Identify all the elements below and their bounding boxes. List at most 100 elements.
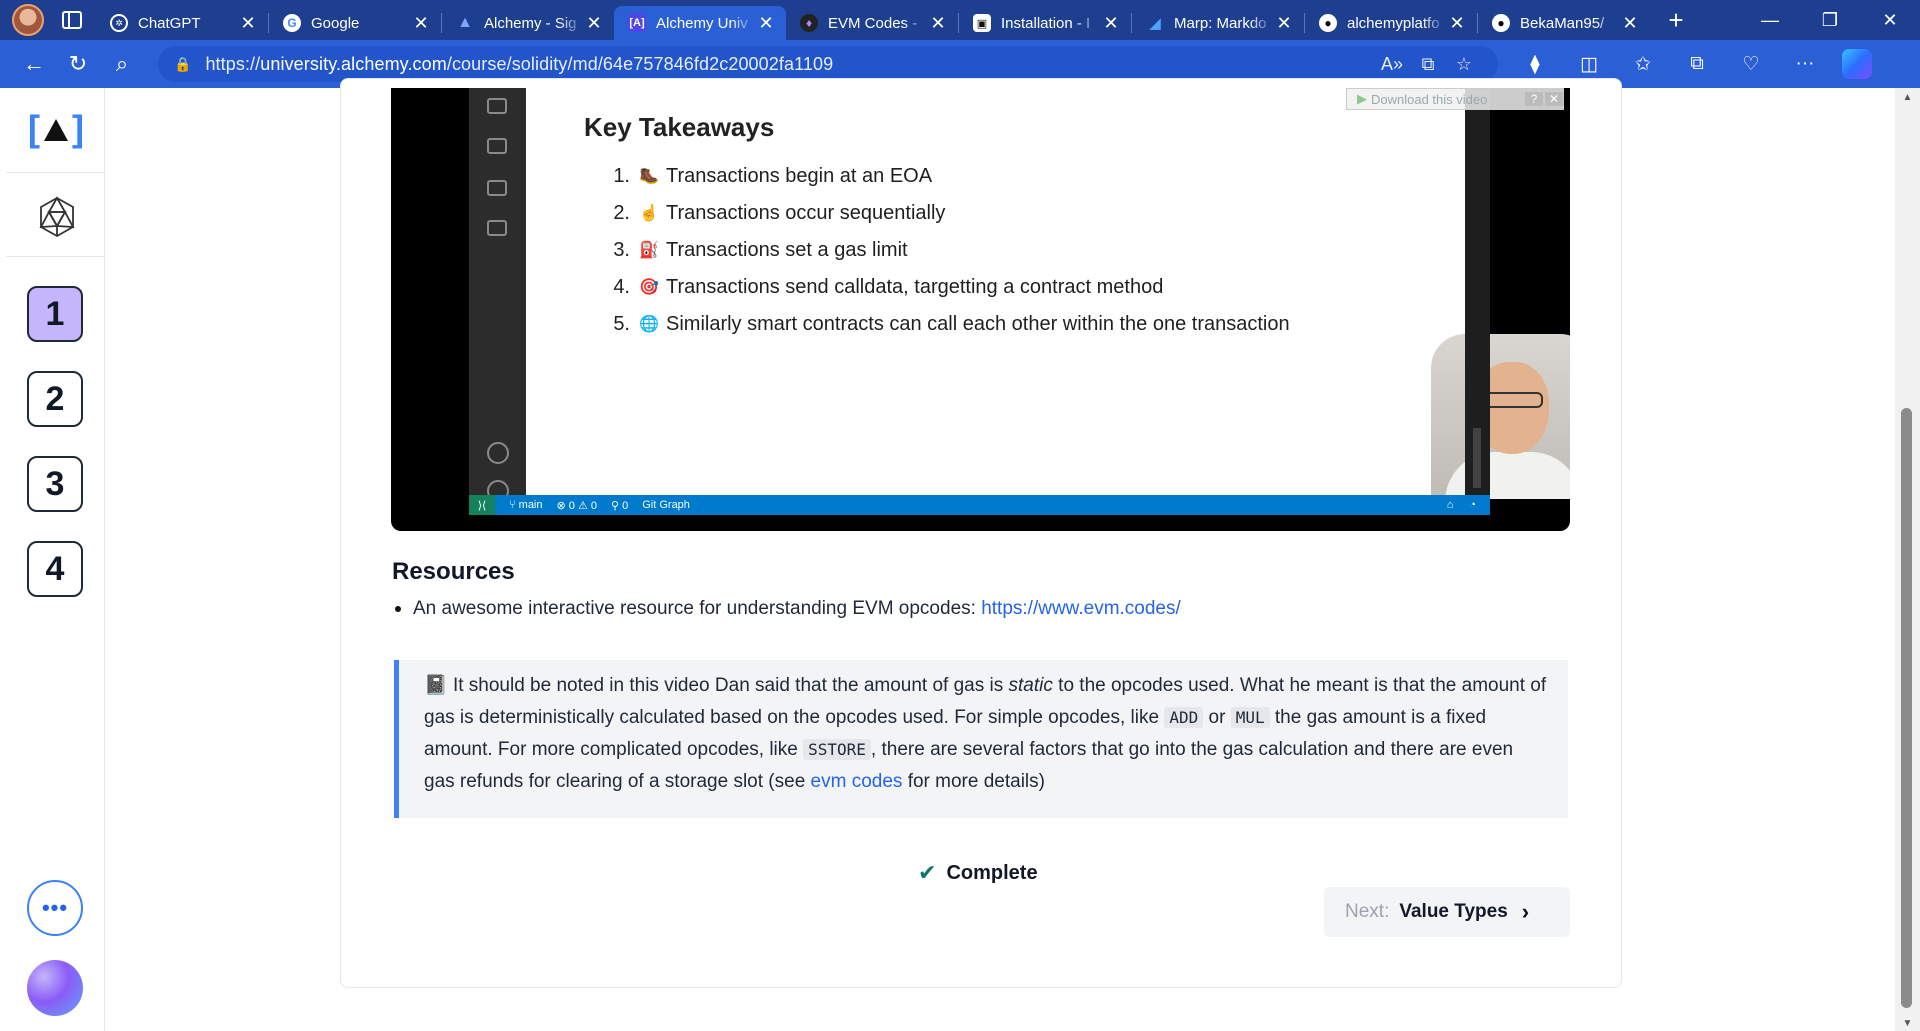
resources-heading: Resources xyxy=(392,558,515,585)
close-icon[interactable]: ✕ xyxy=(1274,13,1294,34)
scroll-up-icon[interactable]: ▲ xyxy=(1895,92,1920,103)
new-tab-button[interactable]: + xyxy=(1658,2,1694,38)
slide-title: Key Takeaways xyxy=(584,112,775,142)
tab-title: Google xyxy=(311,14,360,32)
app-available-icon[interactable]: ⧉ xyxy=(1410,54,1446,75)
help-icon[interactable]: ? xyxy=(1525,92,1543,106)
split-screen-icon[interactable]: ◫ xyxy=(1562,53,1616,76)
read-aloud-icon[interactable]: A» xyxy=(1374,54,1410,75)
download-video-button[interactable]: ▶ Download this video ? ✕ xyxy=(1346,88,1564,110)
tab-title: Marp: Markdo xyxy=(1174,14,1267,32)
copilot-status-icon: ⌂ xyxy=(1446,499,1454,511)
checkmark-icon: ✔ xyxy=(918,860,937,885)
play-icon: ▶ xyxy=(1357,91,1367,106)
favorite-star-icon[interactable]: ☆ xyxy=(1446,54,1482,75)
tab-marp[interactable]: ◢ Marp: Markdo ✕ xyxy=(1132,6,1304,40)
close-icon[interactable]: ✕ xyxy=(1101,13,1121,34)
user-avatar[interactable] xyxy=(27,960,83,1016)
close-icon[interactable]: ✕ xyxy=(584,13,604,34)
takeaway-item: 1. 🥾 Transactions begin at an EOA xyxy=(604,158,1290,195)
back-arrow-icon[interactable]: ← xyxy=(12,44,56,84)
resources-list-item: An awesome interactive resource for unde… xyxy=(392,598,1181,620)
lesson-1-button[interactable]: 1 xyxy=(27,286,83,342)
lesson-4-button[interactable]: 4 xyxy=(27,541,83,597)
next-lesson-title: Value Types xyxy=(1399,901,1508,922)
next-label: Next: xyxy=(1345,901,1390,922)
presenter-webcam xyxy=(1431,334,1570,499)
course-sidebar: [ ] 1 2 3 4 ••• xyxy=(6,88,105,1031)
github-icon: ● xyxy=(1319,14,1337,32)
address-bar[interactable]: 🔒 https://university.alchemy.com/course/… xyxy=(158,46,1498,82)
profile-avatar[interactable] xyxy=(12,4,44,36)
close-icon[interactable]: ✕ xyxy=(238,13,258,34)
chevron-right-icon: › xyxy=(1521,899,1530,924)
url-text[interactable]: https://university.alchemy.com/course/so… xyxy=(205,54,1374,75)
next-lesson-button[interactable]: Next: Value Types › xyxy=(1324,887,1570,937)
tab-github-bekaman95[interactable]: ● BekaMan95/ ✕ xyxy=(1478,6,1650,40)
problems-count: ⊗ 0 ⚠ 0 xyxy=(556,499,597,512)
copilot-icon[interactable] xyxy=(1842,49,1872,79)
tab-list: ✲ ChatGPT ✕ G Google ✕ ▲ Alchemy - Sig ✕… xyxy=(96,0,1650,40)
code-mul: MUL xyxy=(1230,707,1270,728)
git-graph-label: Git Graph xyxy=(642,499,690,511)
scroll-down-icon[interactable]: ▼ xyxy=(1895,1018,1920,1029)
browser-essentials-icon[interactable]: ♡ xyxy=(1724,53,1778,76)
evm-codes-inline-link[interactable]: evm codes xyxy=(811,771,903,792)
refresh-icon[interactable]: ↻ xyxy=(56,44,100,84)
close-icon[interactable]: ✕ xyxy=(411,13,431,34)
lesson-video[interactable]: Key Takeaways 1. 🥾 Transactions begin at a… xyxy=(391,88,1570,531)
tab-alchemy-university[interactable]: [A] Alchemy Univ ✕ xyxy=(614,6,786,40)
settings-menu-icon[interactable]: ··· xyxy=(1778,53,1832,76)
minimize-icon[interactable]: — xyxy=(1740,0,1800,40)
logo-bracket-open: [ xyxy=(28,108,40,149)
google-icon: G xyxy=(283,14,301,32)
takeaways-list: 1. 🥾 Transactions begin at an EOA 2. ☝️ Tran… xyxy=(604,158,1290,343)
lesson-3-button[interactable]: 3 xyxy=(27,456,83,512)
restore-icon[interactable]: ❐ xyxy=(1800,0,1860,40)
collections-icon[interactable]: ⧉ xyxy=(1670,53,1724,76)
tab-alchemy-signin[interactable]: ▲ Alchemy - Sig ✕ xyxy=(442,6,614,40)
tab-actions-icon[interactable] xyxy=(62,11,82,29)
code-add: ADD xyxy=(1164,707,1204,728)
gas-note-callout: 📓 It should be noted in this video Dan s… xyxy=(394,660,1568,818)
tab-chatgpt[interactable]: ✲ ChatGPT ✕ xyxy=(96,6,268,40)
scrollbar-thumb[interactable] xyxy=(1901,408,1912,1008)
takeaway-item: 4. 🎯 Transactions send calldata, targettin… xyxy=(604,269,1290,306)
vscode-remote-icon xyxy=(487,220,507,236)
tab-installation[interactable]: ▣ Installation - I ✕ xyxy=(959,6,1131,40)
lock-icon[interactable]: 🔒 xyxy=(174,56,191,73)
tab-evm-codes[interactable]: ♦ EVM Codes - ✕ xyxy=(786,6,958,40)
chatgpt-icon: ✲ xyxy=(110,14,128,32)
vscode-activity-bar xyxy=(469,88,526,505)
pointing-finger-icon: ☝️ xyxy=(639,205,659,222)
takeaway-item: 3. ⛽ Transactions set a gas limit xyxy=(604,232,1290,269)
tab-title: ChatGPT xyxy=(138,14,201,32)
close-window-icon[interactable]: ✕ xyxy=(1860,0,1920,40)
close-icon[interactable]: ✕ xyxy=(1447,13,1467,34)
close-icon[interactable]: ✕ xyxy=(756,13,776,34)
fuel-pump-icon: ⛽ xyxy=(639,242,659,259)
course-hexagon-icon[interactable] xyxy=(38,196,76,238)
target-icon: 🎯 xyxy=(639,279,659,296)
evm-codes-link[interactable]: https://www.evm.codes/ xyxy=(981,598,1181,620)
favorites-icon[interactable]: ✩ xyxy=(1616,53,1670,76)
installation-icon: ▣ xyxy=(973,14,991,32)
close-icon[interactable]: ✕ xyxy=(928,13,948,34)
tab-title: Alchemy - Sig xyxy=(484,14,577,32)
tab-strip: ✲ ChatGPT ✕ G Google ✕ ▲ Alchemy - Sig ✕… xyxy=(0,0,1920,40)
extensions-icon[interactable]: ⧫ xyxy=(1508,53,1562,76)
close-icon[interactable]: ✕ xyxy=(1620,13,1640,34)
page-scrollbar[interactable]: ▲ ▼ xyxy=(1895,88,1920,1031)
logo-bracket-close: ] xyxy=(72,108,84,149)
tab-github-alchemyplatform[interactable]: ● alchemyplatfo ✕ xyxy=(1305,6,1477,40)
presentation-slide: Key Takeaways 1. 🥾 Transactions begin at a… xyxy=(526,88,1570,499)
more-options-button[interactable]: ••• xyxy=(27,880,83,936)
tab-google[interactable]: G Google ✕ xyxy=(269,6,441,40)
search-icon[interactable]: ⌕ xyxy=(100,44,144,84)
takeaway-item: 5. 🌐 Similarly smart contracts can call ea… xyxy=(604,306,1289,343)
complete-button[interactable]: ✔ Complete xyxy=(918,860,1038,886)
lesson-2-button[interactable]: 2 xyxy=(27,371,83,427)
close-icon[interactable]: ✕ xyxy=(1545,92,1563,106)
vscode-scrollbar xyxy=(1465,88,1490,495)
alchemy-university-logo[interactable]: [ ] xyxy=(28,106,84,152)
